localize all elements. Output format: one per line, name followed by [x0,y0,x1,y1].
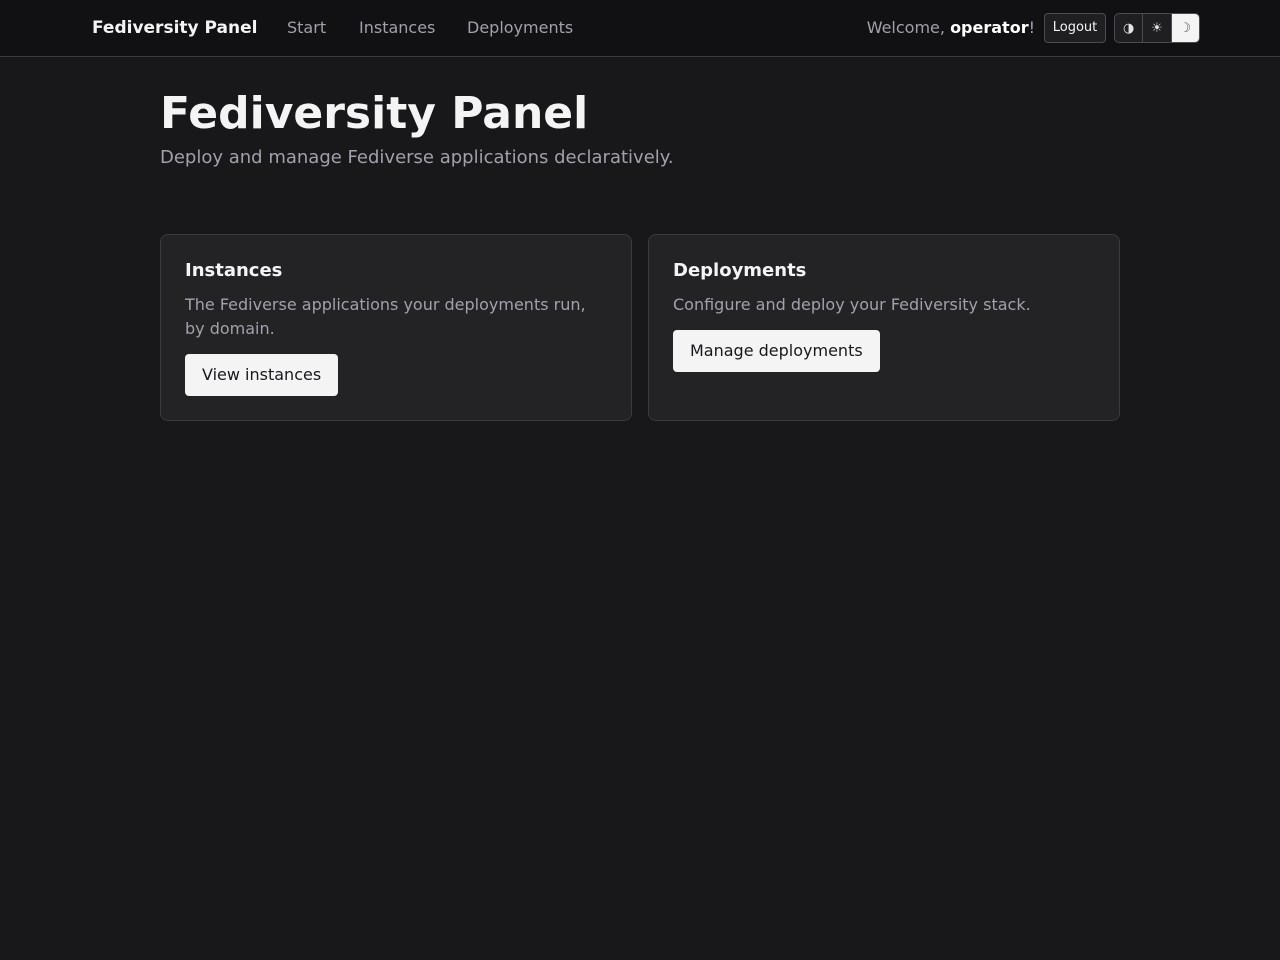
theme-toggle-group: ◑ ☀ ☽ [1114,13,1200,43]
card-description: Configure and deploy your Fediversity st… [673,295,1031,314]
page-subtitle: Deploy and manage Fediverse applications… [160,147,674,168]
sun-icon: ☀ [1151,20,1163,36]
moon-icon: ☽ [1179,20,1192,36]
card-description: The Fediverse applications your deployme… [185,295,586,338]
instances-card: Instances The Fediverse applications you… [160,234,632,421]
username: operator [950,18,1029,37]
theme-light-button[interactable]: ☀ [1143,14,1172,42]
view-instances-button[interactable]: View instances [185,354,339,396]
contrast-icon: ◑ [1122,20,1135,36]
nav-link-deployments[interactable]: Deployments [467,18,573,38]
card-title: Deployments [673,260,807,281]
logout-button[interactable]: Logout [1044,13,1106,43]
theme-auto-button[interactable]: ◑ [1115,14,1144,42]
nav-link-start[interactable]: Start [287,18,326,38]
welcome-prefix: Welcome, [866,18,951,37]
manage-deployments-button[interactable]: Manage deployments [673,330,880,372]
brand-link[interactable]: Fediversity Panel [92,17,257,39]
deployments-card: Deployments Configure and deploy your Fe… [648,234,1120,421]
theme-dark-button[interactable]: ☽ [1171,14,1199,42]
top-navbar: Fediversity Panel Start Instances Deploy… [0,0,1280,57]
nav-link-instances[interactable]: Instances [359,18,435,38]
welcome-suffix: ! [1028,18,1035,37]
page-title: Fediversity Panel [160,88,589,139]
card-title: Instances [185,260,283,281]
welcome-message: Welcome, operator! [867,18,1035,38]
